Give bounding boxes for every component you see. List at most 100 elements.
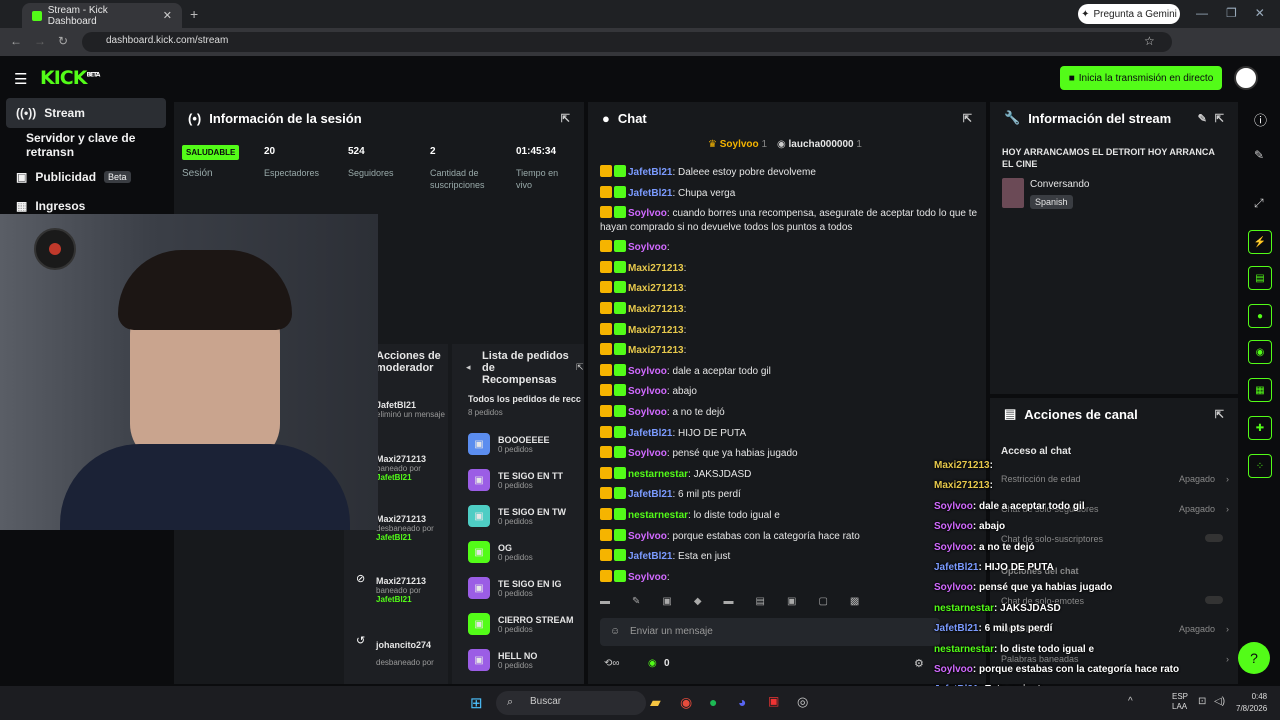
emote-icon[interactable]: ✎ (632, 596, 640, 612)
tray-chevron-icon[interactable]: ^ (1128, 696, 1133, 707)
chat-message[interactable]: Maxi271213: (600, 322, 980, 338)
sidebar-item-stream[interactable]: ((•)) Stream (6, 98, 166, 128)
chat-message[interactable]: Soylvoo: pensé que ya habias jugado (600, 446, 980, 461)
emote-icon[interactable]: ▬ (600, 596, 610, 612)
close-tab-icon[interactable]: ✕ (163, 9, 172, 22)
chat-message[interactable]: Maxi271213: (600, 343, 980, 358)
discord-icon[interactable]: ◕ (738, 694, 746, 710)
chat-message[interactable]: Soylvoo: (600, 569, 980, 585)
reward-item[interactable]: ▣ TE SIGO EN TT 0 pedidos (468, 462, 584, 498)
windows-start-icon[interactable]: ⊞ (470, 694, 483, 712)
spotify-icon[interactable]: ● (709, 694, 717, 710)
setting-age[interactable]: Restricción de edad Apagado › (1001, 474, 1229, 484)
minimize-icon[interactable]: — (1196, 6, 1208, 20)
loop-icon[interactable]: ⟲∞ (604, 658, 620, 669)
reward-item[interactable]: ▣ TE SIGO EN TW 0 pedidos (468, 498, 584, 534)
forward-icon[interactable]: → (34, 34, 46, 48)
emote-icon[interactable]: ▣ (662, 596, 671, 612)
language-indicator[interactable]: ESP LAA (1172, 692, 1188, 712)
maximize-icon[interactable]: ❐ (1226, 6, 1237, 20)
network-icon[interactable]: ⊡ (1198, 696, 1206, 707)
chat-message[interactable]: Maxi271213: (600, 302, 980, 317)
broadcast-icon[interactable]: ◉ (1248, 340, 1272, 364)
popout-icon[interactable]: ⇱ (576, 362, 584, 373)
emote-icon[interactable]: ▢ (818, 596, 827, 612)
sidebar-item-ads[interactable]: ▣ Publicidad Beta (6, 162, 166, 192)
layout-icon[interactable]: ▦ (1248, 378, 1272, 402)
avatar[interactable] (1234, 66, 1258, 90)
url-field[interactable]: dashboard.kick.com/stream (82, 32, 1172, 52)
browser-tab[interactable]: Stream - Kick Dashboard ✕ (22, 3, 182, 28)
folder-icon[interactable]: ▰ (650, 694, 661, 711)
app-icon[interactable]: ▣ (768, 694, 779, 708)
chat-message[interactable]: JafetBl21: 6 mil pts perdí (600, 487, 980, 502)
volume-icon[interactable]: ◁) (1214, 696, 1225, 707)
mod-action-item[interactable]: JafetBl21 eliminó un mensaje (376, 400, 448, 420)
collapse-icon[interactable]: ◂ (466, 362, 471, 373)
chat-message[interactable]: Soylvoo: cuando borres una recompensa, a… (600, 206, 980, 235)
chat-message[interactable]: Soylvoo: abajo (600, 384, 980, 399)
quick-action-icon[interactable]: ⚡ (1248, 230, 1272, 254)
pencil-icon[interactable]: ✎ (1254, 148, 1264, 162)
chat-message[interactable]: Soylvoo: porque estabas con la categoría… (600, 528, 980, 544)
gemini-button[interactable]: ✦ Pregunta a Gemini (1078, 4, 1180, 24)
chat-message[interactable]: Maxi271213: (600, 281, 980, 296)
chat-message[interactable]: nestarnestar: lo diste todo igual e (600, 508, 980, 523)
new-tab-button[interactable]: + (190, 6, 198, 22)
emote-icon[interactable]: ▤ (756, 596, 765, 612)
chat-input[interactable]: Enviar un mensaje (600, 618, 940, 646)
mod-action-item[interactable]: Maxi271213 desbaneado por JafetBl21 (376, 514, 448, 542)
grid-icon[interactable]: ⁘ (1248, 454, 1272, 478)
go-live-button[interactable]: ■ Inicia la transmisión en directo (1060, 66, 1222, 90)
emote-icon[interactable]: ▣ (787, 596, 796, 612)
setting-subs-only[interactable]: Chat de solo-suscriptores (1001, 534, 1229, 544)
emote-icon[interactable]: ◆ (694, 596, 702, 612)
chat-message[interactable]: Soylvoo: dale a aceptar todo gil (600, 363, 980, 379)
bookmark-star-icon[interactable]: ☆ (1144, 34, 1155, 48)
category-name[interactable]: Conversando (1030, 179, 1089, 190)
edit-icon[interactable]: ✎ (1198, 112, 1207, 125)
mod-action-item[interactable]: Maxi271213 baneado por JafetBl21 (376, 454, 448, 482)
emote-icon[interactable]: ▬ (724, 596, 734, 612)
chat-message[interactable]: Soylvoo: (600, 240, 980, 255)
rewards-filter[interactable]: Todos los pedidos de recc (468, 394, 584, 404)
mod-action-item[interactable]: johancito274 desbaneado por (376, 640, 448, 667)
sidebar-item-income[interactable]: ▦ Ingresos (6, 196, 166, 216)
chat-message[interactable]: JafetBl21: Daleee estoy pobre devolveme (600, 165, 980, 180)
tools-icon[interactable]: ✚ (1248, 416, 1272, 440)
reward-item[interactable]: ▣ OG 0 pedidos (468, 534, 584, 570)
chat-message[interactable]: nestarnestar: JAKSJDASD (600, 466, 980, 482)
reward-item[interactable]: ▣ CIERRO STREAM 0 pedidos (468, 606, 584, 642)
taskbar-search[interactable]: Buscar (496, 691, 646, 715)
settings-gear-icon[interactable]: ⚙ (914, 657, 924, 670)
clock[interactable]: 0:48 7/8/2026 (1236, 691, 1267, 715)
reload-icon[interactable]: ↻ (58, 34, 68, 48)
chat-message[interactable]: Soylvoo: a no te dejó (600, 405, 980, 420)
chat-message[interactable]: JafetBl21: Esta en just (600, 549, 980, 564)
info-icon[interactable]: ⓘ (1254, 110, 1267, 129)
obs-icon[interactable]: ◎ (797, 694, 808, 710)
popout-icon[interactable]: ⇱ (561, 112, 570, 125)
mod-action-item[interactable]: Maxi271213 baneado por JafetBl21 (376, 576, 448, 604)
reward-item[interactable]: ▣ HELL NO 0 pedidos (468, 642, 584, 678)
kick-logo[interactable]: KICKBETA (40, 67, 100, 89)
menu-icon[interactable]: ☰ (14, 70, 27, 88)
notes-icon[interactable]: ▤ (1248, 266, 1272, 290)
chat-message[interactable]: JafetBl21: HIJO DE PUTA (600, 425, 980, 441)
sidebar-item-server-key[interactable]: Servidor y clave de retransn (6, 130, 166, 160)
popout-icon[interactable]: ⇱ (1215, 112, 1224, 125)
chat-icon[interactable]: ● (1248, 304, 1272, 328)
chrome-icon[interactable]: ◉ (680, 694, 692, 711)
reward-item[interactable]: ▣ BOOOEEEE 0 pedidos (468, 426, 584, 462)
expand-icon[interactable]: ⤢ (1254, 196, 1264, 211)
popout-icon[interactable]: ⇱ (1215, 408, 1224, 421)
help-button[interactable]: ? (1238, 642, 1270, 674)
chat-message[interactable]: JafetBl21: Chupa verga (600, 185, 980, 201)
close-window-icon[interactable]: ✕ (1255, 6, 1265, 20)
back-icon[interactable]: ← (10, 34, 22, 48)
emoji-icon[interactable]: ☺ (610, 626, 620, 637)
reward-item[interactable]: ▣ TE SIGO EN IG 0 pedidos (468, 570, 584, 606)
emote-icon[interactable]: ▩ (850, 596, 859, 612)
chat-message[interactable]: Maxi271213: (600, 260, 980, 276)
popout-icon[interactable]: ⇱ (963, 112, 972, 125)
